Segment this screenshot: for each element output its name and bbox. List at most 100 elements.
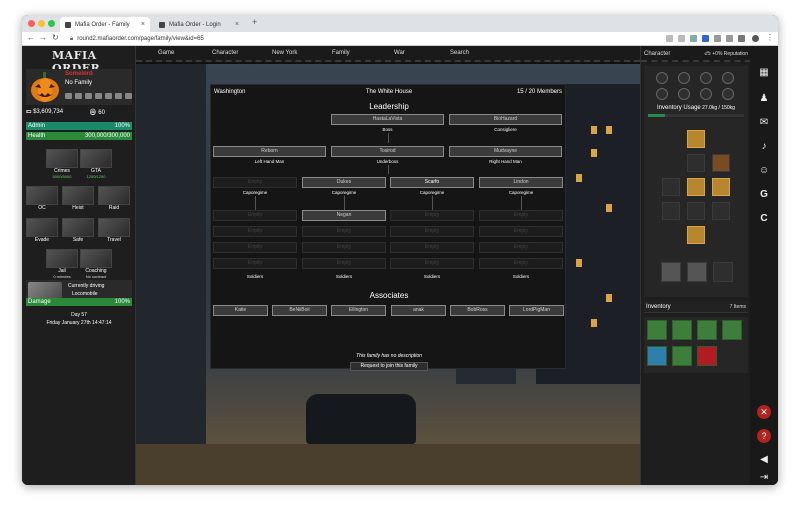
consigliere-slot[interactable]: BioHazard (449, 114, 562, 125)
soldier-slot[interactable]: Empty (390, 242, 474, 253)
slot-circle[interactable] (700, 88, 712, 100)
equip-slot[interactable] (687, 202, 705, 220)
associate-slot[interactable]: BobRoss (450, 305, 505, 316)
soldier-slot[interactable]: Empty (302, 242, 386, 253)
slot-circle[interactable] (722, 72, 734, 84)
associate-slot[interactable]: LordPigMan (509, 305, 564, 316)
tile-jail[interactable]: Jail 0 minutes (46, 249, 78, 279)
weapon-slot-empty[interactable] (713, 262, 733, 282)
gift-box-icon[interactable] (697, 346, 717, 366)
capo-slot[interactable]: Empty (213, 177, 297, 188)
equip-slot[interactable] (662, 202, 680, 220)
capo-slot[interactable]: Lindon (479, 177, 563, 188)
logout-icon[interactable]: ⇥ (757, 471, 771, 485)
map-icon[interactable]: ▦ (757, 66, 771, 80)
menu-icon[interactable]: ⋮ (766, 33, 774, 42)
tile-gta[interactable]: GTA 1250/1250 (80, 149, 112, 179)
quick-icon[interactable] (115, 93, 122, 99)
tile-oc[interactable]: OC (26, 186, 58, 215)
close-tab-icon[interactable]: × (235, 21, 239, 28)
join-family-button[interactable]: Request to join this family (350, 362, 428, 371)
maximize-window-button[interactable] (48, 20, 55, 27)
tile-travel[interactable]: Travel (98, 218, 130, 247)
bag-icon[interactable] (712, 154, 730, 172)
quick-icon[interactable] (105, 93, 112, 99)
family-icon[interactable]: ♟ (757, 92, 771, 106)
gloves-icon[interactable] (712, 178, 730, 196)
soldier-slot[interactable]: Empty (213, 258, 297, 269)
underboss-slot[interactable]: Tosirod (331, 146, 444, 157)
pistol-icon[interactable] (647, 346, 667, 366)
equip-slot[interactable] (662, 178, 680, 196)
g-icon[interactable]: G (757, 188, 771, 202)
close-window-button[interactable] (28, 20, 35, 27)
nav-character[interactable]: Character (212, 50, 238, 56)
soldier-slot[interactable]: Empty (479, 210, 563, 221)
quick-icon[interactable] (85, 93, 92, 99)
profile-avatar[interactable] (752, 35, 759, 42)
slot-circle[interactable] (656, 72, 668, 84)
associate-slot[interactable]: Ellington (331, 305, 386, 316)
capo-slot[interactable]: Scarfo (390, 177, 474, 188)
associate-slot[interactable]: Katie (213, 305, 268, 316)
c-icon[interactable]: C (757, 212, 771, 226)
forward-button[interactable]: → (39, 33, 47, 42)
tab-family[interactable]: Mafia Order - Family × (60, 17, 150, 32)
quick-icon[interactable] (75, 93, 82, 99)
minimize-window-button[interactable] (38, 20, 45, 27)
extension-icon[interactable] (702, 35, 709, 42)
tile-coaching[interactable]: Coaching No contract (80, 249, 112, 279)
soldier-slot[interactable]: Empty (479, 258, 563, 269)
extension-icon[interactable] (690, 35, 697, 42)
boss-slot[interactable]: HastaLaVista (331, 114, 444, 125)
quick-icon[interactable] (65, 93, 72, 99)
associate-slot[interactable]: BeNiiBoii (272, 305, 327, 316)
soldier-slot[interactable]: Empty (213, 242, 297, 253)
nav-war[interactable]: War (394, 50, 405, 56)
player-name[interactable]: Somelord (65, 71, 93, 77)
quick-icon[interactable] (95, 93, 102, 99)
nav-game[interactable]: Game (158, 50, 174, 56)
cash-bundle-icon[interactable] (647, 320, 667, 340)
suit-icon[interactable] (687, 178, 705, 196)
sidebar-icon[interactable] (738, 35, 745, 42)
soldier-slot[interactable]: Empty (213, 210, 297, 221)
tools-icon[interactable]: ✕ (757, 405, 771, 419)
left-hand-slot[interactable]: Reborn (213, 146, 326, 157)
soldier-slot[interactable]: Empty (302, 226, 386, 237)
slot-circle[interactable] (678, 88, 690, 100)
boots-icon[interactable] (687, 226, 705, 244)
coffee-icon[interactable] (672, 346, 692, 366)
right-hand-slot[interactable]: Mudvayne (449, 146, 562, 157)
friends-icon[interactable]: ☺ (757, 164, 771, 178)
weapon-slot-rifle[interactable] (661, 262, 681, 282)
extension-icon[interactable] (714, 35, 721, 42)
soldier-slot[interactable]: Empty (213, 226, 297, 237)
hat-icon[interactable] (687, 130, 705, 148)
tile-evade[interactable]: Evade (26, 218, 58, 247)
weapon-slot-rifle[interactable] (687, 262, 707, 282)
nav-family[interactable]: Family (332, 50, 350, 56)
associate-slot[interactable]: anak (391, 305, 446, 316)
bell-icon[interactable]: ♪ (757, 140, 771, 154)
tab-login[interactable]: Mafia Order - Login × (154, 17, 244, 32)
capo-slot[interactable]: Dukes (302, 177, 386, 188)
share-icon[interactable] (666, 35, 673, 42)
extension-icon[interactable] (726, 35, 733, 42)
pumpkin-avatar[interactable] (30, 71, 60, 103)
rifle-icon[interactable] (697, 320, 717, 340)
equip-slot[interactable] (712, 202, 730, 220)
tile-heist[interactable]: Heist (62, 186, 94, 215)
tile-safe[interactable]: Safe (62, 218, 94, 247)
reload-button[interactable]: ↻ (52, 33, 59, 42)
soldier-slot[interactable]: Negan (302, 210, 386, 221)
back-button[interactable]: ← (27, 33, 35, 42)
address-bar[interactable]: 🔒︎ round2.mafiaorder.com/page/family/vie… (70, 34, 660, 44)
soldier-slot[interactable]: Empty (390, 258, 474, 269)
soldier-slot[interactable]: Empty (390, 226, 474, 237)
slot-circle[interactable] (722, 88, 734, 100)
soldier-slot[interactable]: Empty (302, 258, 386, 269)
soldier-slot[interactable]: Empty (479, 226, 563, 237)
bookmark-icon[interactable] (678, 35, 685, 42)
slot-circle[interactable] (678, 72, 690, 84)
